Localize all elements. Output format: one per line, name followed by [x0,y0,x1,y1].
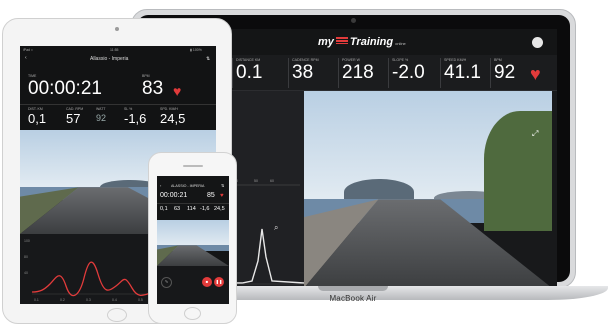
ride-title: Allassio - Imperia [90,56,129,62]
stat-distance: 0,1 [160,206,168,212]
stat-speed: 24,5 [214,206,225,212]
back-icon[interactable]: ‹ [25,55,27,61]
speaker-icon [183,165,203,167]
stats-bar: 0 DISTANCE KM 0.1 CADENCE RPM 38 POWER W… [212,55,557,91]
heart-icon: ♥ [173,83,182,99]
chart-x-tick: 0.2 [60,298,65,302]
pause-button[interactable]: ❚❚ [214,277,224,287]
stat-slope: SLOPE % -2.0 [388,58,425,88]
heart-icon: ♥ [220,193,224,199]
chart-y-tick: 80 [24,255,28,259]
heart-icon: ♥ [530,64,541,84]
macbook-screen: myTrainingonline 0 DISTANCE KM 0.1 CADEN… [212,29,557,288]
app-logo: my Training online [318,36,406,48]
ipad-stats: DIST. KM 0,1 CAD. RPM 57 WATT 92 SL % -1,6 S… [20,104,216,128]
expand-icon[interactable]: ⤢ [532,129,538,139]
iphone-screen: ‹ ALASSIO - IMPERIA ⇅ 00:00:21 85 ♥ 0,1 … [157,176,229,304]
stat-watt: WATT 92 [96,107,107,123]
status-carrier: iPad ≈ [23,48,33,52]
chart-tick: 50 [254,179,258,183]
time-value: 00:00:21 [160,192,188,199]
share-icon[interactable]: ⇅ [206,56,210,62]
chart-x-tick: 0.5 [138,298,143,302]
chart-toggle-icon[interactable]: ∿ [161,277,172,288]
iphone-video [157,220,229,266]
stop-button[interactable]: ■ [202,277,212,287]
bpm-value: 83 [142,78,164,99]
zoom-icon[interactable]: ⌕ [274,223,278,233]
stat-bpm: BPM 92 [490,58,515,88]
video-panel: ⤢ ■ ❚❚ [304,91,552,288]
stat-cadence: CADENCE RPM 38 [288,58,319,88]
stat-cadence: CAD. RPM 57 [66,107,84,126]
iphone-stats: 0,1 63 114 -1,6 24,5 [157,203,229,216]
stat-power: POWER W 218 [338,58,374,88]
ride-title: ALASSIO - IMPERIA [171,184,205,188]
logo-bars-icon [335,37,348,44]
chart-tick: 60 [270,179,274,183]
chart-x-tick: 0.3 [86,298,91,302]
status-battery: ▮ 100% [190,48,202,52]
stat-slope: -1,6 [200,206,210,212]
chart-x-tick: 0.4 [112,298,117,302]
stat-speed: SPD. KM/H 24,5 [160,107,186,126]
user-avatar[interactable] [532,37,543,48]
iphone-bottom: ∿ ■ ❚❚ [157,266,229,304]
stat-slope: SL % -1,6 [124,107,147,126]
status-time: 11:55 [110,48,119,52]
camera-icon [351,18,356,23]
app-header: my Training online [212,29,557,55]
back-icon[interactable]: ‹ [160,183,161,188]
time-value: 00:00:21 [28,78,102,99]
macbook-notch [318,286,388,291]
home-button[interactable] [107,308,127,322]
stat-distance: DISTANCE KM 0.1 [232,58,262,88]
share-icon[interactable]: ⇅ [221,183,224,188]
home-button[interactable] [184,307,201,320]
camera-icon [115,27,119,31]
stat-watt: 114 [187,206,196,212]
stat-distance: DIST. KM 0,1 [28,107,47,126]
chart-y-tick: 40 [24,271,28,275]
chart-y-tick: 100 [24,239,30,243]
chart-x-tick: 0.1 [34,298,39,302]
macbook-label: MacBook Air [329,294,377,303]
stat-speed: SPEED KM/H 41.1 [440,58,481,88]
bpm-value: 85 [207,192,215,199]
stat-cadence: 63 [174,206,181,212]
